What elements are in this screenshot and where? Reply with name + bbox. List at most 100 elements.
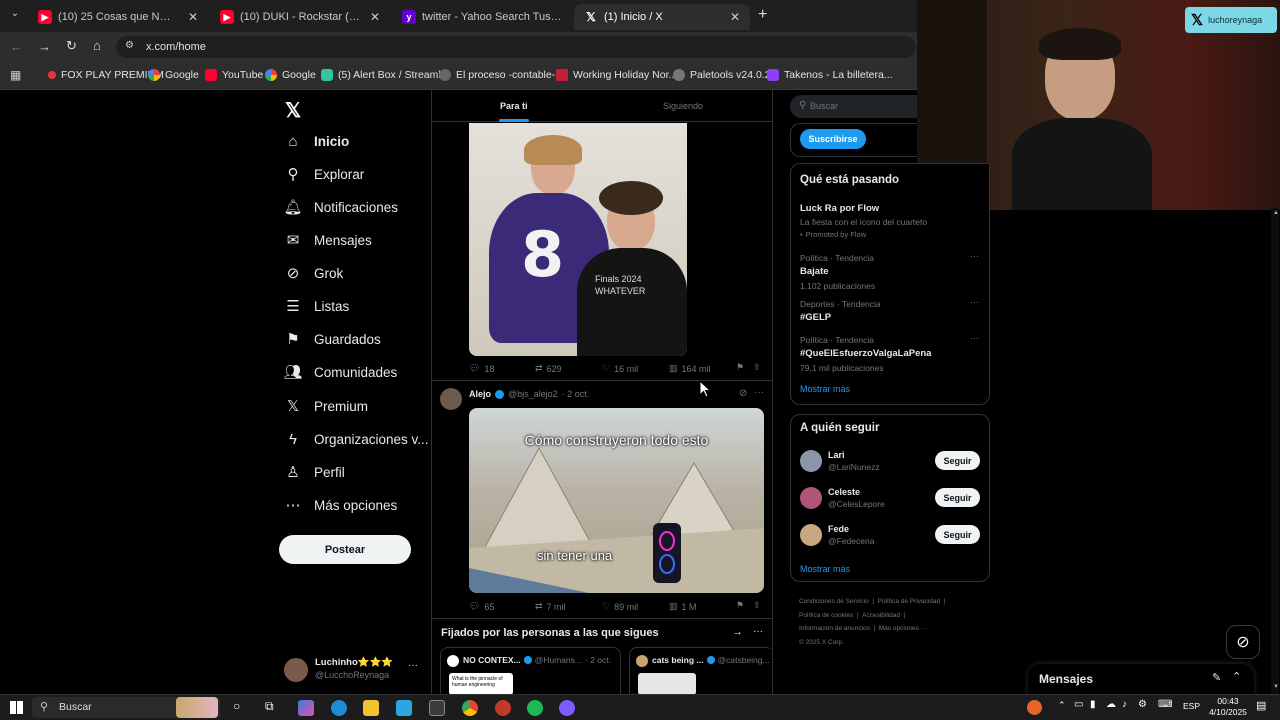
bookmark-google-1[interactable]: Google bbox=[148, 69, 199, 81]
task-view-icon[interactable]: ⧉ bbox=[265, 699, 274, 714]
search-input[interactable]: ⚲ Buscar bbox=[790, 95, 917, 118]
author-name[interactable]: Alejo bbox=[469, 389, 491, 399]
sidebar-item-organizaciones[interactable]: ϟ Organizaciones v... bbox=[284, 430, 429, 448]
sidebar-item-listas[interactable]: ☰ Listas bbox=[284, 297, 349, 315]
bookmark-working-holiday[interactable]: Working Holiday Nor... bbox=[556, 69, 677, 81]
more-icon[interactable]: ··· bbox=[754, 387, 764, 398]
close-tab-icon[interactable]: ✕ bbox=[188, 10, 198, 24]
tab-4-active[interactable]: 𝕏 (1) Inicio / X ✕ bbox=[574, 4, 750, 30]
site-info-icon[interactable]: ⚙ bbox=[125, 40, 134, 51]
language-indicator[interactable]: ESP bbox=[1183, 701, 1200, 711]
more-icon[interactable]: ··· bbox=[970, 333, 979, 343]
post-2-media[interactable]: Cómo construyeron todo esto sin tener un… bbox=[469, 408, 764, 593]
footer-link[interactable]: Condiciones de Servicio bbox=[799, 598, 869, 605]
address-bar[interactable]: ⚙ x.com/home bbox=[116, 36, 916, 58]
grok-icon[interactable]: ⊘ bbox=[739, 388, 747, 399]
chrome-icon[interactable] bbox=[462, 700, 478, 716]
page-scrollbar[interactable]: ▲ ▼ bbox=[1271, 208, 1279, 694]
footer-link[interactable]: Política de Privacidad bbox=[878, 598, 941, 605]
reload-icon[interactable]: ↻ bbox=[66, 38, 77, 54]
tab-para-ti[interactable]: Para ti bbox=[500, 101, 528, 111]
bookmark-streamlabs[interactable]: (5) Alert Box / Streaml... bbox=[321, 69, 449, 81]
windows-start-icon[interactable] bbox=[10, 701, 23, 714]
promoted-trend[interactable]: Luck Ra por Flow La fiesta con el ícono … bbox=[800, 203, 927, 239]
views-button[interactable]: ▥ 164 mil bbox=[669, 363, 711, 374]
tray-chevron-up-icon[interactable]: ⌃ bbox=[1058, 700, 1066, 711]
notifications-icon[interactable]: ▤ bbox=[1256, 699, 1266, 712]
volume-icon[interactable]: ♪ bbox=[1122, 699, 1127, 710]
epic-games-icon[interactable] bbox=[429, 700, 445, 716]
trend-item[interactable]: Deportes · Tendencia #GELP ··· bbox=[800, 297, 980, 323]
bookmark-button[interactable]: ⚑ bbox=[736, 362, 744, 373]
account-switcher[interactable]: Luchinho⭐⭐⭐ @LucchoReynaga ··· bbox=[284, 656, 429, 686]
tab-search-icon[interactable]: ⌄ bbox=[6, 8, 24, 24]
sidebar-item-perfil[interactable]: ♙ Perfil bbox=[284, 463, 345, 481]
repost-button[interactable]: ⇄ 629 bbox=[535, 363, 562, 374]
trends-show-more-link[interactable]: Mostrar más bbox=[800, 384, 850, 394]
reply-button[interactable]: 💬︎ 18 bbox=[469, 363, 494, 374]
sidebar-item-premium[interactable]: 𝕏 Premium bbox=[284, 397, 368, 415]
clock[interactable]: 00:43 4/10/2025 bbox=[1205, 696, 1251, 718]
follow-button[interactable]: Seguir bbox=[935, 451, 980, 470]
close-tab-icon[interactable]: ✕ bbox=[370, 10, 380, 24]
tray-icon[interactable]: ▭ bbox=[1074, 699, 1083, 710]
sidebar-item-inicio[interactable]: ⌂ Inicio bbox=[284, 132, 349, 150]
avatar[interactable] bbox=[440, 388, 462, 410]
app-icon[interactable] bbox=[495, 700, 511, 716]
grok-floating-button[interactable]: ⊘ bbox=[1226, 625, 1260, 659]
arrow-right-icon[interactable]: → bbox=[732, 626, 743, 638]
compose-message-icon[interactable]: ✎ bbox=[1212, 671, 1221, 684]
home-icon[interactable]: ⌂ bbox=[93, 38, 101, 53]
pinned-card-2[interactable]: cats being ... @catsbeing... bbox=[629, 647, 772, 695]
footer-link[interactable]: Más opciones ··· bbox=[879, 625, 927, 632]
more-icon[interactable]: ··· bbox=[970, 297, 979, 307]
bookmark-button[interactable]: ⚑ bbox=[736, 600, 744, 611]
tab-3[interactable]: y twitter - Yahoo Search Tus resultad bbox=[392, 4, 572, 30]
sidebar-item-mas-opciones[interactable]: ⋯ Más opciones bbox=[284, 496, 398, 514]
views-button[interactable]: ▥ 1 M bbox=[669, 601, 697, 612]
bookmark-google-2[interactable]: Google bbox=[265, 69, 316, 81]
pinned-card-1[interactable]: NO CONTEX... @Humans... · 2 oct. What is… bbox=[440, 647, 621, 695]
sidebar-item-notificaciones[interactable]: 🔔︎ Notificaciones bbox=[283, 198, 398, 216]
x-logo-icon[interactable]: 𝕏 bbox=[285, 98, 301, 123]
sidebar-item-grok[interactable]: ⊘ Grok bbox=[284, 264, 344, 282]
bookmark-takenos[interactable]: Takenos - La billetera... bbox=[767, 69, 893, 81]
footer-link[interactable]: Información de anuncios bbox=[799, 625, 870, 632]
tab-2[interactable]: ▶ (10) DUKI - Rockstar (Video Oficial ✕ bbox=[210, 4, 390, 30]
post-1-photo[interactable]: 8 Finals 2024 WHATEVER bbox=[469, 123, 687, 356]
author-handle[interactable]: @bjs_alejo2 bbox=[508, 389, 558, 399]
chevron-up-icon[interactable]: ⌃ bbox=[1232, 670, 1241, 683]
app-icon[interactable] bbox=[559, 700, 575, 716]
tray-app-icon[interactable] bbox=[1027, 700, 1042, 715]
sidebar-item-mensajes[interactable]: ✉ Mensajes bbox=[284, 231, 372, 249]
more-icon[interactable]: ··· bbox=[753, 626, 763, 637]
follow-button[interactable]: Seguir bbox=[935, 525, 980, 544]
copilot-icon[interactable] bbox=[298, 700, 314, 716]
bookmark-proceso[interactable]: El proceso -contable-... bbox=[439, 69, 564, 81]
keyboard-icon[interactable]: ⌨ bbox=[1158, 699, 1172, 710]
like-button[interactable]: ♡ 89 mil bbox=[602, 601, 638, 612]
sidebar-item-explorar[interactable]: ⚲ Explorar bbox=[284, 165, 365, 183]
follow-show-more-link[interactable]: Mostrar más bbox=[800, 564, 850, 574]
new-tab-button[interactable]: + bbox=[758, 6, 767, 24]
edge-icon[interactable] bbox=[331, 700, 347, 716]
follow-button[interactable]: Seguir bbox=[935, 488, 980, 507]
like-button[interactable]: ♡ 16 mil bbox=[602, 363, 638, 374]
footer-link[interactable]: Política de cookies bbox=[799, 612, 853, 619]
share-button[interactable]: ⇪ bbox=[753, 600, 761, 611]
tab-siguiendo[interactable]: Siguiendo bbox=[663, 101, 703, 111]
footer-link[interactable]: Accesibilidad bbox=[862, 612, 900, 619]
bookmark-youtube[interactable]: YouTube bbox=[205, 69, 263, 81]
sidebar-item-guardados[interactable]: ⚑ Guardados bbox=[284, 330, 381, 348]
back-icon[interactable]: ← bbox=[10, 39, 23, 54]
spotify-icon[interactable] bbox=[527, 700, 543, 716]
tray-icon[interactable]: ▮ bbox=[1090, 699, 1096, 710]
tray-icon[interactable]: ⚙ bbox=[1138, 699, 1147, 710]
forward-icon[interactable]: → bbox=[38, 39, 51, 54]
trend-item[interactable]: Política · Tendencia Bajate 1.102 public… bbox=[800, 251, 980, 291]
apps-grid-icon[interactable]: ▦ bbox=[10, 68, 21, 82]
tray-icon[interactable]: ☁ bbox=[1106, 699, 1116, 710]
reply-button[interactable]: 💬︎ 65 bbox=[469, 601, 494, 612]
bookmark-fox[interactable]: FOX PLAY PREMIUM bbox=[48, 69, 164, 81]
subscribe-button[interactable]: Suscribirse bbox=[800, 129, 866, 149]
